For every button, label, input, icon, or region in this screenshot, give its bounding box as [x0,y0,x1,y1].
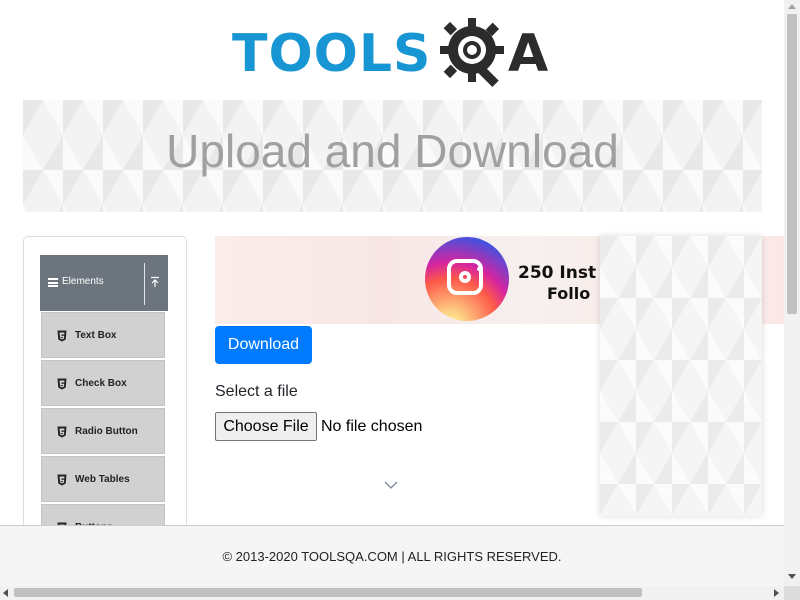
page-title: Upload and Download [166,125,619,177]
side-ad-widget[interactable] [600,236,762,516]
logo-suffix: A [508,24,549,84]
group-header-elements[interactable]: Elements [40,255,168,311]
hamburger-icon [48,278,58,287]
sidebar-item-label: Check Box [75,378,127,389]
html5-icon [57,330,67,342]
instagram-icon [425,237,509,321]
page-footer: © 2013-2020 TOOLSQA.COM | ALL RIGHTS RES… [0,525,784,587]
horizontal-scrollbar[interactable] [0,586,784,600]
scroll-down-icon[interactable] [788,574,796,579]
ad-text-line1: 250 Inst [518,263,597,283]
scrollbar-thumb[interactable] [787,14,797,314]
scrollbar-corner [784,586,800,600]
sidebar-item-label: Web Tables [75,474,130,485]
ad-text-line2: Follo [547,284,591,303]
sidebar-item-label: Text Box [75,330,117,341]
scroll-left-icon[interactable] [3,589,8,597]
sidebar-item-label: Radio Button [75,426,138,437]
html5-icon [57,426,67,438]
vertical-scrollbar[interactable] [784,0,800,586]
page-banner: Upload and Download [23,100,762,212]
scrollbar-thumb[interactable] [14,588,642,597]
sidebar-item-radio-button[interactable]: Radio Button [41,408,165,454]
gear-magnifier-icon [440,18,504,88]
site-logo[interactable]: TOOLS A [232,16,562,92]
choose-file-button[interactable]: Choose File [215,412,317,441]
scroll-right-icon[interactable] [774,589,779,597]
html5-icon [57,474,67,486]
sidebar-item-text-box[interactable]: Text Box [41,312,165,358]
group-divider [144,263,145,305]
collapse-up-icon[interactable] [150,276,160,288]
download-button[interactable]: Download [215,326,312,364]
file-status-text: No file chosen [321,418,423,435]
logo-text: TOOLS [232,24,432,84]
sidebar-item-check-box[interactable]: Check Box [41,360,165,406]
select-file-label: Select a file [215,383,298,400]
html5-icon [57,378,67,390]
left-navigation: Elements Text Box Check Box Radio Button… [23,236,187,538]
chevron-down-icon[interactable] [384,480,398,490]
group-label: Elements [62,276,104,287]
scroll-up-icon[interactable] [788,4,796,9]
sidebar-item-web-tables[interactable]: Web Tables [41,456,165,502]
footer-copyright: © 2013-2020 TOOLSQA.COM | ALL RIGHTS RES… [222,549,562,564]
